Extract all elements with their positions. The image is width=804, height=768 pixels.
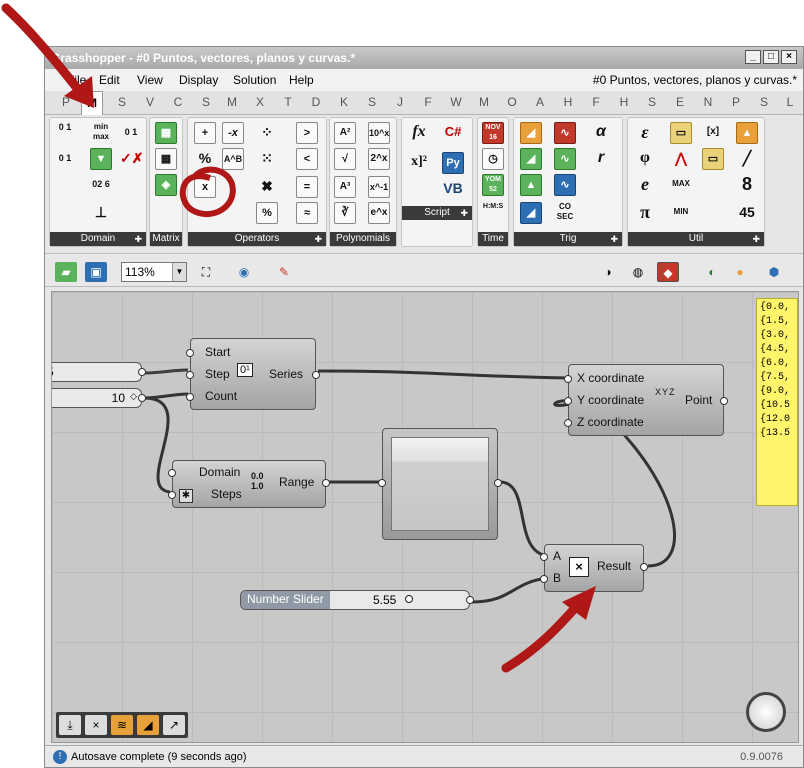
annotation-layer <box>1 3 596 673</box>
